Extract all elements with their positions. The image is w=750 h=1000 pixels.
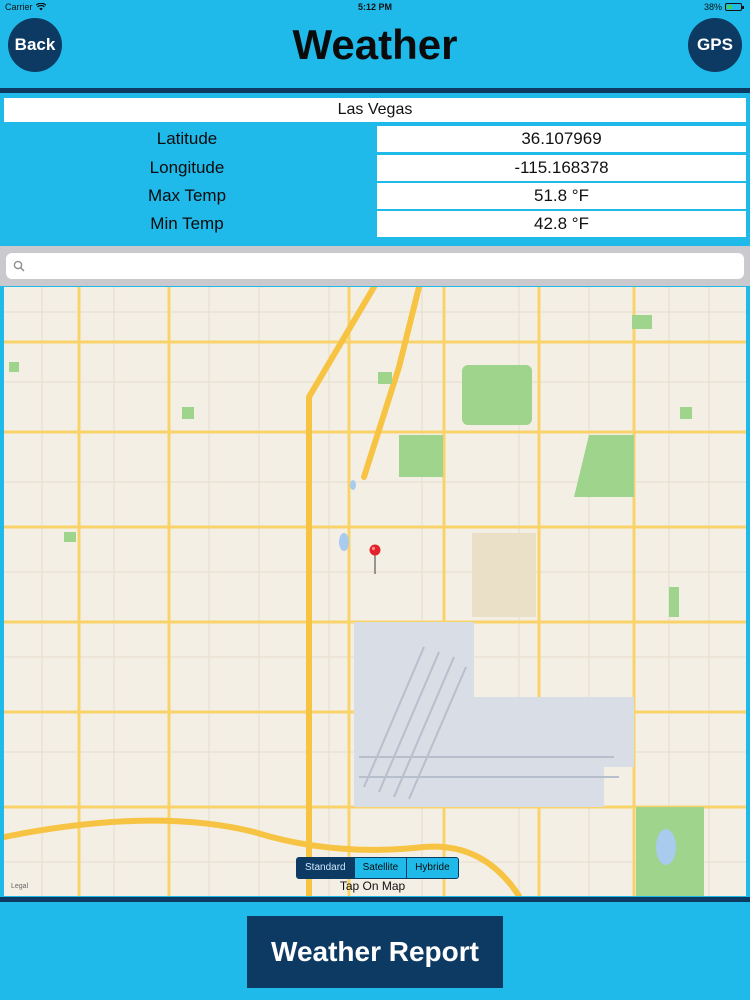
status-time: 5:12 PM: [357, 2, 392, 12]
longitude-label: Longitude: [149, 158, 225, 177]
battery-fill: [727, 5, 732, 9]
map-view[interactable]: Standard Satellite Hybride Tap On Map Le…: [4, 287, 746, 896]
search-input[interactable]: [6, 253, 744, 279]
max-temp-value: 51.8 °F: [377, 183, 746, 209]
latitude-label: Latitude: [156, 129, 218, 148]
page-title: Weather: [292, 21, 458, 68]
max-temp-label: Max Temp: [147, 186, 227, 205]
min-temp-label: Min Temp: [150, 214, 224, 233]
gps-button[interactable]: GPS: [688, 18, 742, 72]
status-bar: Carrier 5:12 PM 38%: [0, 0, 750, 14]
min-temp-value: 42.8 °F: [377, 211, 746, 237]
battery-icon: [725, 3, 744, 11]
legal-link[interactable]: Legal: [11, 883, 28, 890]
battery-percent: 38%: [703, 2, 722, 12]
map-canvas[interactable]: [4, 287, 746, 896]
map-type-selector[interactable]: Standard Satellite Hybride: [296, 857, 459, 879]
map-divider: [0, 897, 750, 902]
search-icon: [13, 260, 25, 272]
map-type-hybrid[interactable]: Hybride: [407, 858, 457, 878]
header-divider: [0, 88, 750, 93]
map-type-satellite[interactable]: Satellite: [355, 858, 408, 878]
city-field: Las Vegas: [4, 98, 746, 122]
map-type-standard[interactable]: Standard: [297, 858, 355, 878]
tap-on-map-label: Tap On Map: [339, 879, 406, 893]
latitude-value: 36.107969: [377, 126, 746, 152]
weather-report-button[interactable]: Weather Report: [247, 916, 503, 988]
battery-info: 38%: [703, 2, 744, 12]
search-bar: [0, 246, 750, 286]
longitude-value: -115.168378: [377, 155, 746, 181]
